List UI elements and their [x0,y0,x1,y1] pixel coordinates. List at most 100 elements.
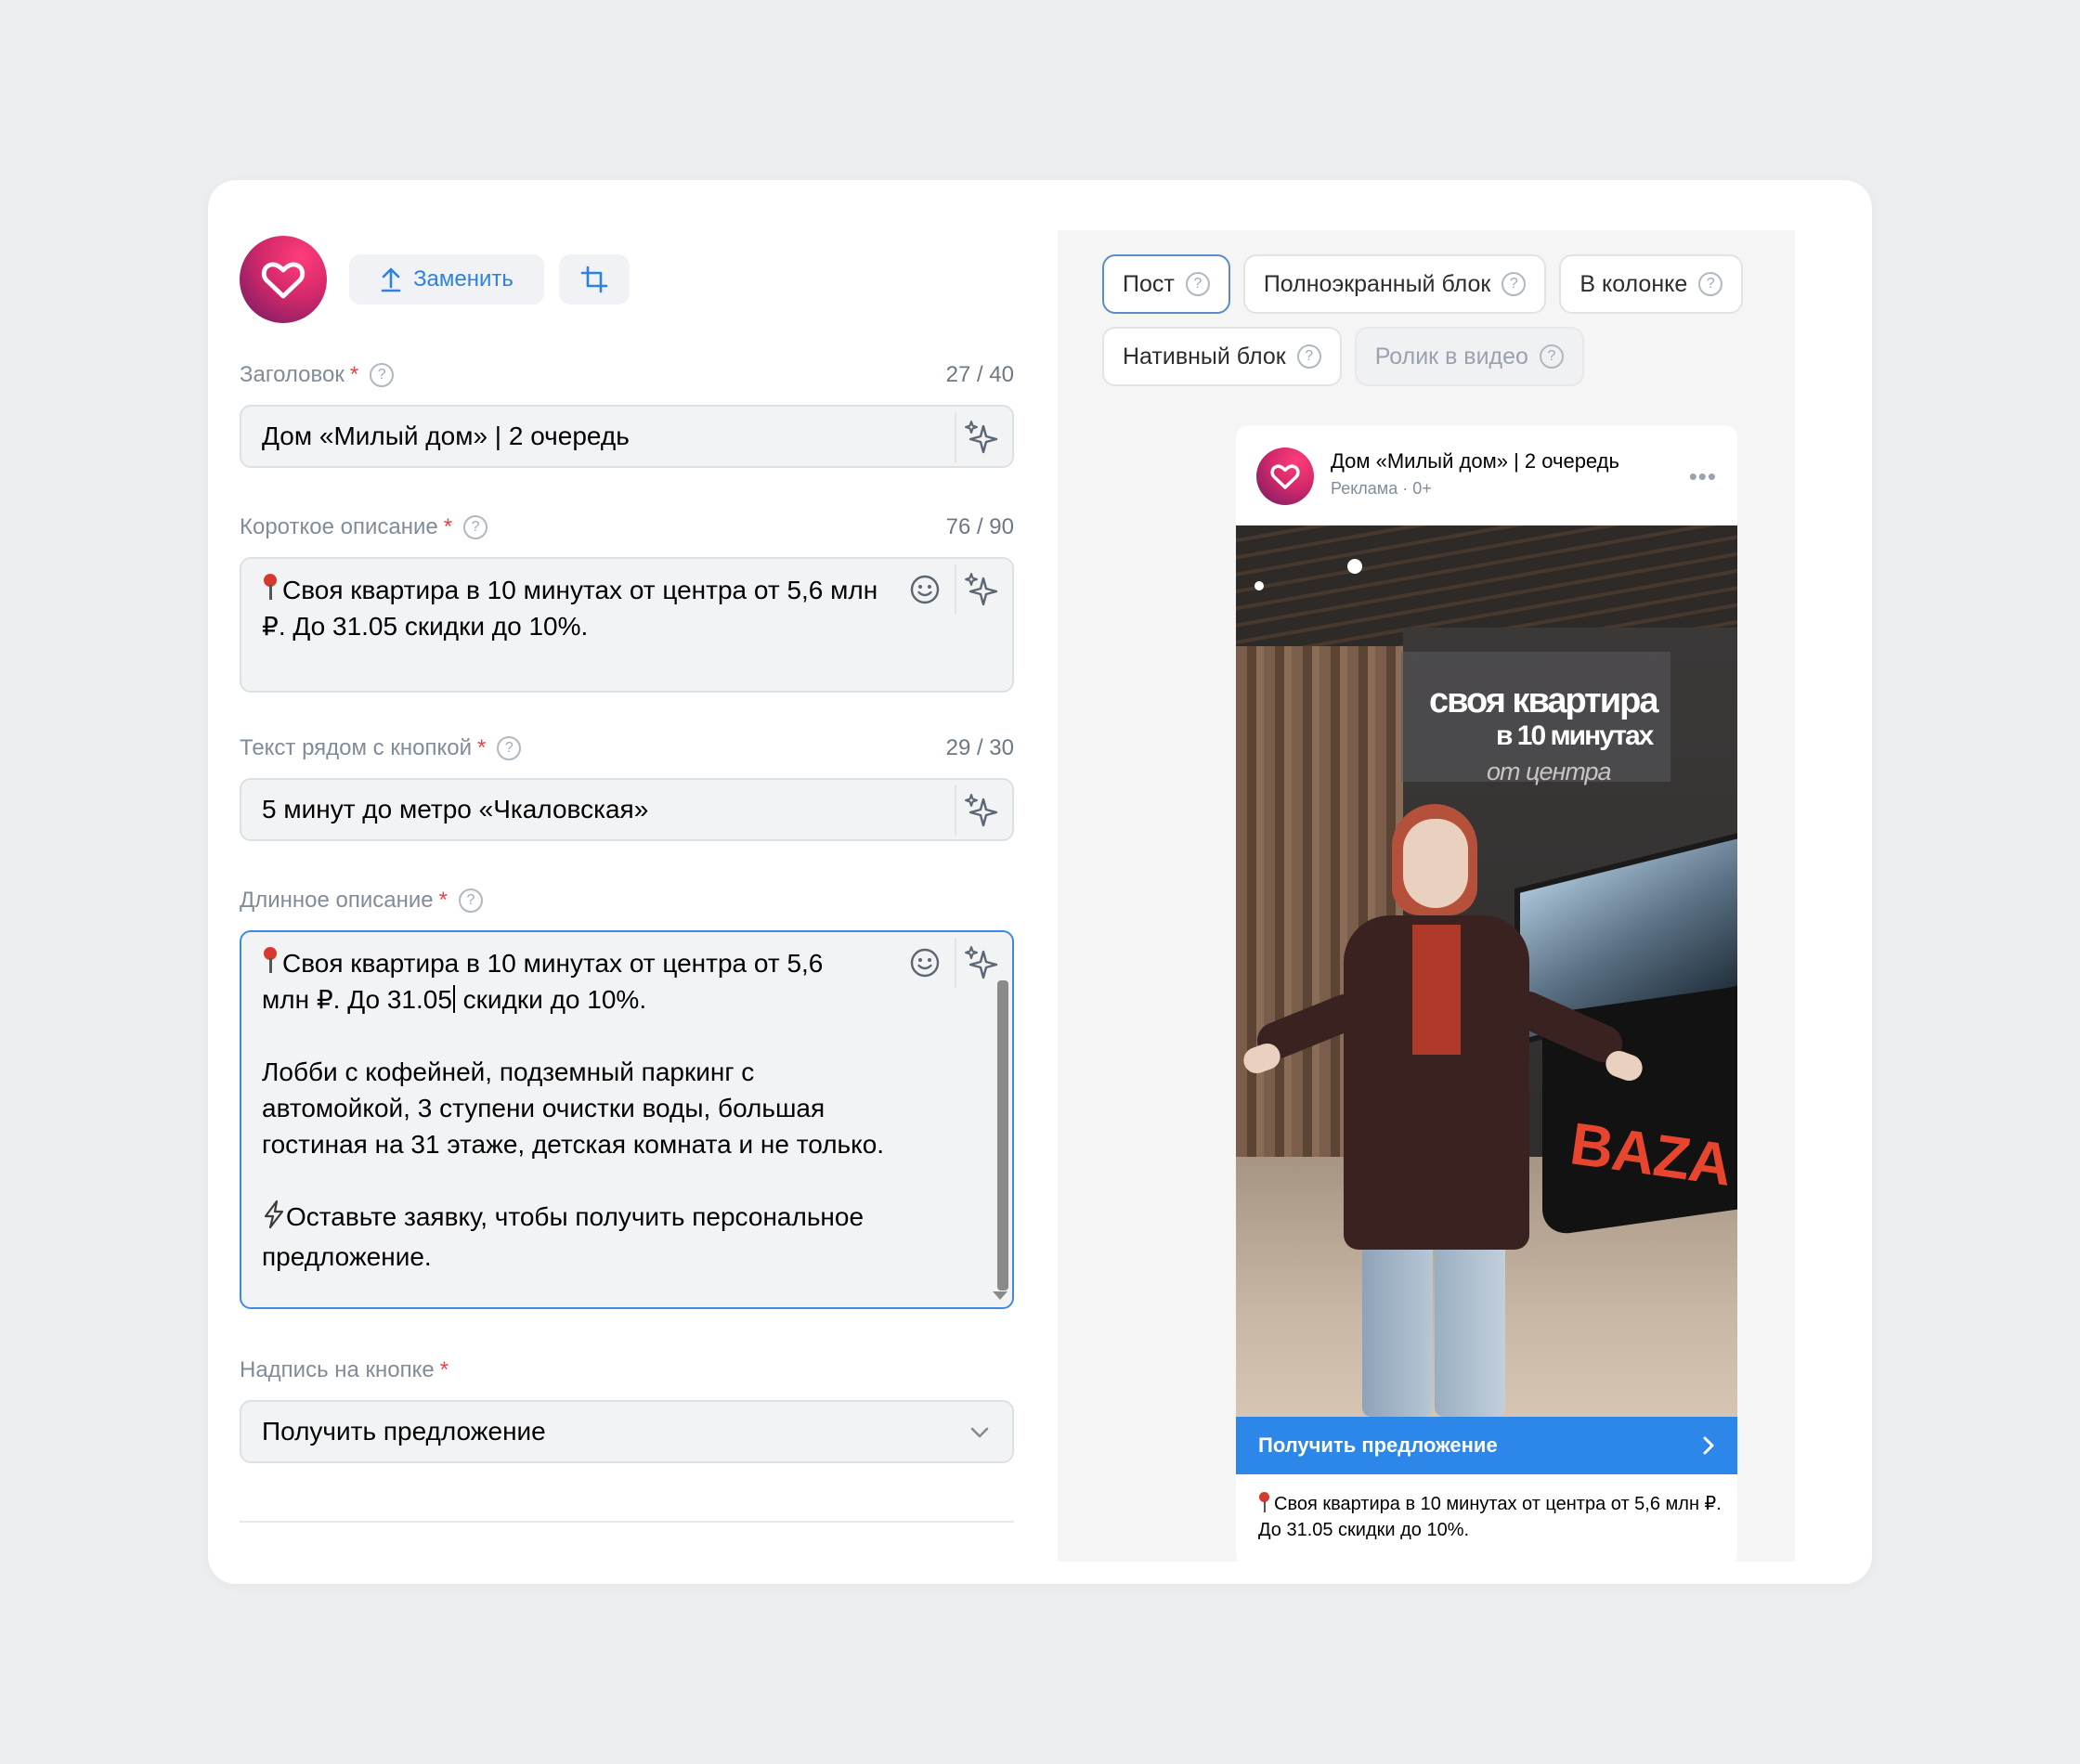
post-cta-label: Получить предложение [1258,1433,1498,1457]
scene-light [1347,559,1362,574]
sparkle-button[interactable] [955,564,1007,615]
emoji-icon [910,575,940,604]
post-cta-button[interactable]: Получить предложение [1236,1417,1737,1474]
post-title: Дом «Милый дом» | 2 очередь [1331,449,1619,473]
preview-panel: Пост ? Полноэкранный блок ? В колонке ? … [1058,230,1795,1567]
scrollbar-thumb[interactable] [997,980,1008,1291]
title-value: Дом «Милый дом» | 2 очередь [262,422,630,450]
button-text-label: Текст рядом с кнопкой [240,735,472,760]
long-description-line2: млн ₽. До 31.05 [262,985,452,1014]
button-text-counter: 29 / 30 [945,735,1014,760]
short-description-field: Короткое описание * ? 76 / 90 Своя кварт… [240,511,1014,693]
round-pushpin-icon [262,947,279,975]
button-label-field: Надпись на кнопке * Получить предложение [240,1354,1014,1463]
replace-label: Заменить [413,266,514,292]
tab-post[interactable]: Пост ? [1102,254,1230,314]
tab-native[interactable]: Нативный блок ? [1102,327,1342,386]
upload-icon [381,267,401,292]
post-header: Дом «Милый дом» | 2 очередь Реклама · 0+… [1236,425,1737,525]
video-caption-2: в 10 минутах [1496,720,1654,751]
long-description-line1: Своя квартира в 10 минутах от центра от … [282,949,824,978]
tab-label: Ролик в видео [1374,343,1528,370]
heart-icon [1270,464,1300,489]
emoji-button[interactable] [899,938,951,988]
button-label-select[interactable]: Получить предложение [240,1400,1014,1463]
question-icon[interactable]: ? [1502,272,1527,296]
video-caption-1: своя квартира [1429,681,1658,720]
sparkle-button[interactable] [955,785,1007,836]
question-icon[interactable]: ? [1698,272,1723,296]
long-description-line2-end: скидки до 10%. [455,985,647,1014]
long-description-input[interactable]: Своя квартира в 10 минутах от центра от … [240,930,1014,1309]
question-icon[interactable]: ? [1296,344,1321,369]
tab-column[interactable]: В колонке ? [1559,254,1744,314]
sparkle-button[interactable] [955,412,1007,462]
person-figure [1403,819,1468,908]
emoji-icon [910,948,940,978]
tab-label: Пост [1123,270,1175,297]
question-icon[interactable]: ? [370,363,395,387]
title-field: Заголовок * ? 27 / 40 Дом «Милый дом» | … [240,358,1014,468]
required-mark: * [476,735,487,760]
post-avatar [1256,447,1314,505]
post-description-text: Своя квартира в 10 минутах от центра от … [1258,1494,1722,1540]
tab-label: Нативный блок [1123,343,1286,370]
heart-icon [261,262,306,299]
round-pushpin-icon [262,574,279,602]
round-pushpin-icon [1258,1492,1270,1512]
short-description-label: Короткое описание [240,514,438,539]
replace-button[interactable]: Заменить [349,254,544,305]
long-description-paragraph-2: Лобби с кофейней, подземный паркинг с ав… [262,1057,885,1159]
chevron-right-icon [1703,1436,1714,1455]
question-icon[interactable]: ? [497,736,522,760]
sparkle-icon [965,421,998,454]
question-icon[interactable]: ? [1539,344,1564,369]
person-figure [1362,1231,1433,1417]
ad-preview-post: Дом «Милый дом» | 2 очередь Реклама · 0+… [1236,425,1737,1567]
button-text-field: Текст рядом с кнопкой * ? 29 / 30 5 мину… [240,732,1014,841]
question-icon[interactable]: ? [463,515,488,539]
emoji-button[interactable] [899,564,951,615]
title-label: Заголовок [240,362,344,387]
title-input[interactable]: Дом «Милый дом» | 2 очередь [240,405,1014,468]
ad-editor-card: Заменить Заголовок * ? 27 / 40 Дом «Милы… [208,180,1872,1584]
more-icon[interactable]: ••• [1689,462,1717,491]
long-description-field: Длинное описание * ? Своя квартира в 10 … [240,884,1014,1309]
lightning-icon [262,1200,286,1239]
short-description-value: Своя квартира в 10 минутах от центра от … [262,576,878,641]
scroll-down-arrow[interactable] [993,1291,1008,1300]
person-figure [1435,1231,1505,1417]
crop-icon [580,266,608,293]
chevron-down-icon [970,1427,989,1438]
tab-label: Полноэкранный блок [1263,270,1491,297]
crop-button[interactable] [559,254,630,305]
required-mark: * [438,888,448,913]
tab-fullscreen[interactable]: Полноэкранный блок ? [1242,254,1547,314]
short-description-input[interactable]: Своя квартира в 10 минутах от центра от … [240,557,1014,693]
required-mark: * [439,1357,449,1382]
button-text-value: 5 минут до метро «Чкаловская» [262,795,649,824]
section-divider [240,1521,1014,1523]
format-tabs: Пост ? Полноэкранный блок ? В колонке ? … [1102,254,1771,399]
required-mark: * [349,362,359,387]
post-subtitle: Реклама · 0+ [1331,479,1432,498]
required-mark: * [443,514,453,539]
tab-label: В колонке [1580,270,1688,297]
button-label-label: Надпись на кнопке [240,1357,435,1382]
tab-in-video[interactable]: Ролик в видео ? [1354,327,1584,386]
scene-light [1254,581,1264,590]
ad-form: Заменить Заголовок * ? 27 / 40 Дом «Милы… [240,236,1014,1463]
short-description-counter: 76 / 90 [945,514,1014,539]
post-description: Своя квартира в 10 минутах от центра от … [1258,1491,1722,1543]
question-icon[interactable]: ? [458,888,483,913]
question-icon[interactable]: ? [1185,272,1210,296]
video-preview[interactable]: своя квартира в 10 минутах от центра BAZ… [1236,525,1737,1417]
person-figure [1412,925,1461,1055]
logo-toolbar: Заменить [240,236,1014,323]
long-description-paragraph-3: Оставьте заявку, чтобы получить персонал… [262,1202,864,1271]
long-description-label: Длинное описание [240,888,434,913]
button-text-input[interactable]: 5 минут до метро «Чкаловская» [240,778,1014,841]
sparkle-icon [965,946,998,979]
brand-logo [240,236,327,323]
sparkle-icon [965,573,998,606]
